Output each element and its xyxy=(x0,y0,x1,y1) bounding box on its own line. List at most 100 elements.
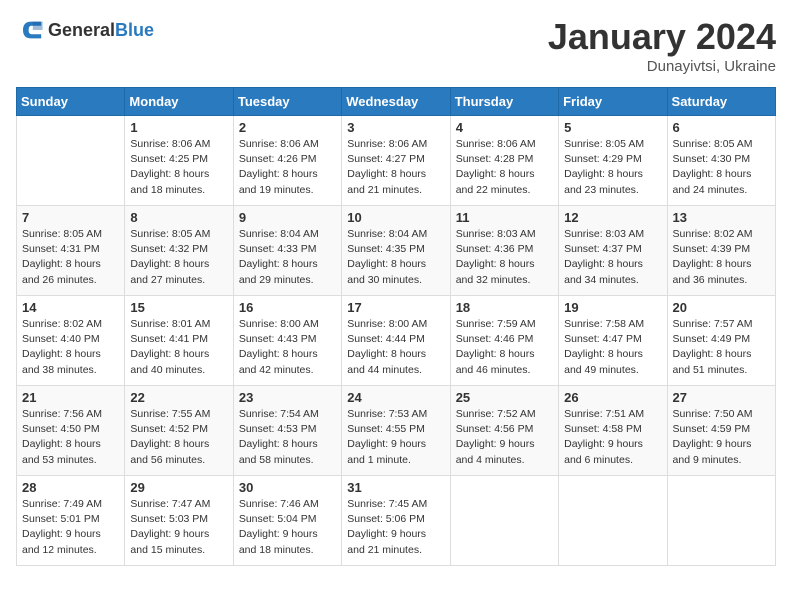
calendar-cell: 6Sunrise: 8:05 AMSunset: 4:30 PMDaylight… xyxy=(667,116,775,206)
day-number: 10 xyxy=(347,210,444,225)
day-number: 4 xyxy=(456,120,553,135)
logo-text: GeneralBlue xyxy=(48,20,154,41)
calendar-header-row: SundayMondayTuesdayWednesdayThursdayFrid… xyxy=(17,88,776,116)
calendar-cell: 20 Sunrise: 7:57 AMSunset: 4:49 PMDayligh… xyxy=(667,296,775,386)
calendar-cell: 12 Sunrise: 8:03 AMSunset: 4:37 PMDayligh… xyxy=(559,206,667,296)
calendar-cell: 25Sunrise: 7:52 AMSunset: 4:56 PMDayligh… xyxy=(450,386,558,476)
day-number: 21 xyxy=(22,390,119,405)
header-sunday: Sunday xyxy=(17,88,125,116)
calendar-cell: 8Sunrise: 8:05 AMSunset: 4:32 PMDaylight… xyxy=(125,206,233,296)
day-number: 3 xyxy=(347,120,444,135)
day-number: 11 xyxy=(456,210,553,225)
day-info: Sunrise: 8:06 AMSunset: 4:25 PMDaylight:… xyxy=(130,137,227,198)
calendar-cell: 15 Sunrise: 8:01 AMSunset: 4:41 PMDayligh… xyxy=(125,296,233,386)
calendar-cell: 7Sunrise: 8:05 AMSunset: 4:31 PMDaylight… xyxy=(17,206,125,296)
calendar-cell xyxy=(667,476,775,566)
calendar-cell: 29 Sunrise: 7:47 AMSunset: 5:03 PMDayligh… xyxy=(125,476,233,566)
calendar-cell xyxy=(17,116,125,206)
day-number: 20 xyxy=(673,300,770,315)
day-info: Sunrise: 8:01 AMSunset: 4:41 PMDaylight:… xyxy=(130,317,227,378)
header-saturday: Saturday xyxy=(667,88,775,116)
day-number: 22 xyxy=(130,390,227,405)
header-friday: Friday xyxy=(559,88,667,116)
day-number: 12 xyxy=(564,210,661,225)
day-info: Sunrise: 7:55 AMSunset: 4:52 PMDaylight:… xyxy=(130,407,227,468)
header-monday: Monday xyxy=(125,88,233,116)
day-number: 16 xyxy=(239,300,336,315)
day-number: 5 xyxy=(564,120,661,135)
day-info: Sunrise: 7:50 AMSunset: 4:59 PMDaylight:… xyxy=(673,407,770,468)
week-row-0: 1 Sunrise: 8:06 AMSunset: 4:25 PMDaylight… xyxy=(17,116,776,206)
calendar-cell: 16 Sunrise: 8:00 AMSunset: 4:43 PMDayligh… xyxy=(233,296,341,386)
calendar-cell: 17Sunrise: 8:00 AMSunset: 4:44 PMDayligh… xyxy=(342,296,450,386)
day-number: 23 xyxy=(239,390,336,405)
day-number: 30 xyxy=(239,480,336,495)
day-info: Sunrise: 7:56 AMSunset: 4:50 PMDaylight:… xyxy=(22,407,119,468)
day-info: Sunrise: 8:03 AMSunset: 4:36 PMDaylight:… xyxy=(456,227,553,288)
header-wednesday: Wednesday xyxy=(342,88,450,116)
day-number: 26 xyxy=(564,390,661,405)
day-number: 15 xyxy=(130,300,227,315)
day-info: Sunrise: 7:49 AMSunset: 5:01 PMDaylight:… xyxy=(22,497,119,558)
month-title: January 2024 xyxy=(548,16,776,58)
day-info: Sunrise: 8:04 AMSunset: 4:35 PMDaylight:… xyxy=(347,227,444,288)
calendar-cell: 9 Sunrise: 8:04 AMSunset: 4:33 PMDaylight… xyxy=(233,206,341,296)
calendar-cell: 18Sunrise: 7:59 AMSunset: 4:46 PMDayligh… xyxy=(450,296,558,386)
location-subtitle: Dunayivtsi, Ukraine xyxy=(548,58,776,75)
day-number: 24 xyxy=(347,390,444,405)
day-number: 29 xyxy=(130,480,227,495)
page-header: GeneralBlue January 2024 Dunayivtsi, Ukr… xyxy=(16,16,776,75)
calendar-cell: 28 Sunrise: 7:49 AMSunset: 5:01 PMDayligh… xyxy=(17,476,125,566)
day-info: Sunrise: 8:06 AMSunset: 4:27 PMDaylight:… xyxy=(347,137,444,198)
calendar-cell: 24 Sunrise: 7:53 AMSunset: 4:55 PMDayligh… xyxy=(342,386,450,476)
week-row-2: 14 Sunrise: 8:02 AMSunset: 4:40 PMDayligh… xyxy=(17,296,776,386)
week-row-4: 28 Sunrise: 7:49 AMSunset: 5:01 PMDayligh… xyxy=(17,476,776,566)
day-number: 2 xyxy=(239,120,336,135)
day-info: Sunrise: 7:59 AMSunset: 4:46 PMDaylight:… xyxy=(456,317,553,378)
calendar-cell: 5 Sunrise: 8:05 AMSunset: 4:29 PMDaylight… xyxy=(559,116,667,206)
calendar-cell xyxy=(450,476,558,566)
day-info: Sunrise: 8:06 AMSunset: 4:28 PMDaylight:… xyxy=(456,137,553,198)
day-info: Sunrise: 8:00 AMSunset: 4:43 PMDaylight:… xyxy=(239,317,336,378)
calendar-table: SundayMondayTuesdayWednesdayThursdayFrid… xyxy=(16,87,776,566)
day-info: Sunrise: 7:45 AMSunset: 5:06 PMDaylight:… xyxy=(347,497,444,558)
header-tuesday: Tuesday xyxy=(233,88,341,116)
day-info: Sunrise: 7:54 AMSunset: 4:53 PMDaylight:… xyxy=(239,407,336,468)
day-number: 13 xyxy=(673,210,770,225)
day-number: 8 xyxy=(130,210,227,225)
logo-blue: Blue xyxy=(115,20,154,40)
calendar-cell: 2Sunrise: 8:06 AMSunset: 4:26 PMDaylight… xyxy=(233,116,341,206)
day-number: 31 xyxy=(347,480,444,495)
day-number: 25 xyxy=(456,390,553,405)
day-number: 9 xyxy=(239,210,336,225)
day-info: Sunrise: 8:02 AMSunset: 4:40 PMDaylight:… xyxy=(22,317,119,378)
day-number: 28 xyxy=(22,480,119,495)
week-row-1: 7Sunrise: 8:05 AMSunset: 4:31 PMDaylight… xyxy=(17,206,776,296)
week-row-3: 21 Sunrise: 7:56 AMSunset: 4:50 PMDayligh… xyxy=(17,386,776,476)
day-number: 14 xyxy=(22,300,119,315)
calendar-cell: 31 Sunrise: 7:45 AMSunset: 5:06 PMDayligh… xyxy=(342,476,450,566)
calendar-cell: 11 Sunrise: 8:03 AMSunset: 4:36 PMDayligh… xyxy=(450,206,558,296)
day-number: 6 xyxy=(673,120,770,135)
day-info: Sunrise: 8:03 AMSunset: 4:37 PMDaylight:… xyxy=(564,227,661,288)
calendar-cell: 10 Sunrise: 8:04 AMSunset: 4:35 PMDayligh… xyxy=(342,206,450,296)
day-info: Sunrise: 8:05 AMSunset: 4:29 PMDaylight:… xyxy=(564,137,661,198)
day-info: Sunrise: 8:02 AMSunset: 4:39 PMDaylight:… xyxy=(673,227,770,288)
day-info: Sunrise: 7:46 AMSunset: 5:04 PMDaylight:… xyxy=(239,497,336,558)
calendar-cell: 27Sunrise: 7:50 AMSunset: 4:59 PMDayligh… xyxy=(667,386,775,476)
calendar-cell xyxy=(559,476,667,566)
day-number: 19 xyxy=(564,300,661,315)
calendar-cell: 23 Sunrise: 7:54 AMSunset: 4:53 PMDayligh… xyxy=(233,386,341,476)
title-block: January 2024 Dunayivtsi, Ukraine xyxy=(548,16,776,75)
day-info: Sunrise: 7:58 AMSunset: 4:47 PMDaylight:… xyxy=(564,317,661,378)
day-info: Sunrise: 7:47 AMSunset: 5:03 PMDaylight:… xyxy=(130,497,227,558)
day-info: Sunrise: 8:04 AMSunset: 4:33 PMDaylight:… xyxy=(239,227,336,288)
day-info: Sunrise: 7:57 AMSunset: 4:49 PMDaylight:… xyxy=(673,317,770,378)
day-number: 1 xyxy=(130,120,227,135)
day-info: Sunrise: 7:53 AMSunset: 4:55 PMDaylight:… xyxy=(347,407,444,468)
logo: GeneralBlue xyxy=(16,16,154,44)
calendar-cell: 21 Sunrise: 7:56 AMSunset: 4:50 PMDayligh… xyxy=(17,386,125,476)
logo-general: General xyxy=(48,20,115,40)
calendar-cell: 4 Sunrise: 8:06 AMSunset: 4:28 PMDaylight… xyxy=(450,116,558,206)
day-number: 7 xyxy=(22,210,119,225)
